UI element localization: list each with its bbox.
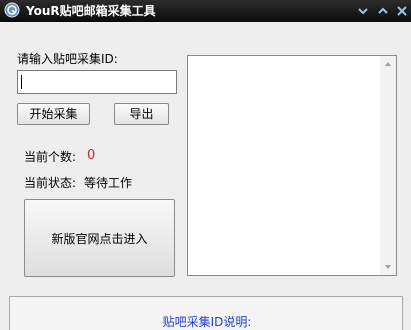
close-icon xyxy=(397,6,407,16)
minimize-button[interactable] xyxy=(356,4,370,18)
tieba-id-input[interactable] xyxy=(17,70,177,94)
app-window: YouR贴吧邮箱采集工具 请输入贴吧采集ID: 开始采集 导出 当前个数: 0 … xyxy=(0,0,411,330)
scroll-up-icon xyxy=(385,62,391,66)
vertical-scrollbar[interactable] xyxy=(380,56,396,275)
count-label: 当前个数: xyxy=(24,150,77,164)
official-site-button[interactable]: 新版官网点击进入 xyxy=(24,199,175,277)
result-list[interactable] xyxy=(187,55,397,276)
description-panel: 贴吧采集ID说明: xyxy=(9,296,403,330)
scroll-down-icon xyxy=(385,265,391,269)
scroll-down-arrow[interactable] xyxy=(380,259,396,275)
scroll-up-arrow[interactable] xyxy=(380,56,396,72)
close-button[interactable] xyxy=(395,4,409,18)
chevron-down-icon xyxy=(358,8,368,15)
state-value: 等待工作 xyxy=(84,176,133,190)
window-title: YouR贴吧邮箱采集工具 xyxy=(26,4,156,18)
description-title: 贴吧采集ID说明: xyxy=(162,315,252,329)
id-label: 请输入贴吧采集ID: xyxy=(17,52,118,66)
count-value: 0 xyxy=(87,148,96,163)
title-bar[interactable]: YouR贴吧邮箱采集工具 xyxy=(0,0,411,22)
state-label: 当前状态: xyxy=(24,176,77,190)
chevron-up-icon xyxy=(378,7,388,14)
start-collect-button[interactable]: 开始采集 xyxy=(17,103,90,125)
export-button[interactable]: 导出 xyxy=(114,103,169,125)
app-logo-icon xyxy=(4,2,20,18)
maximize-button[interactable] xyxy=(376,4,390,18)
text-caret xyxy=(21,75,22,89)
